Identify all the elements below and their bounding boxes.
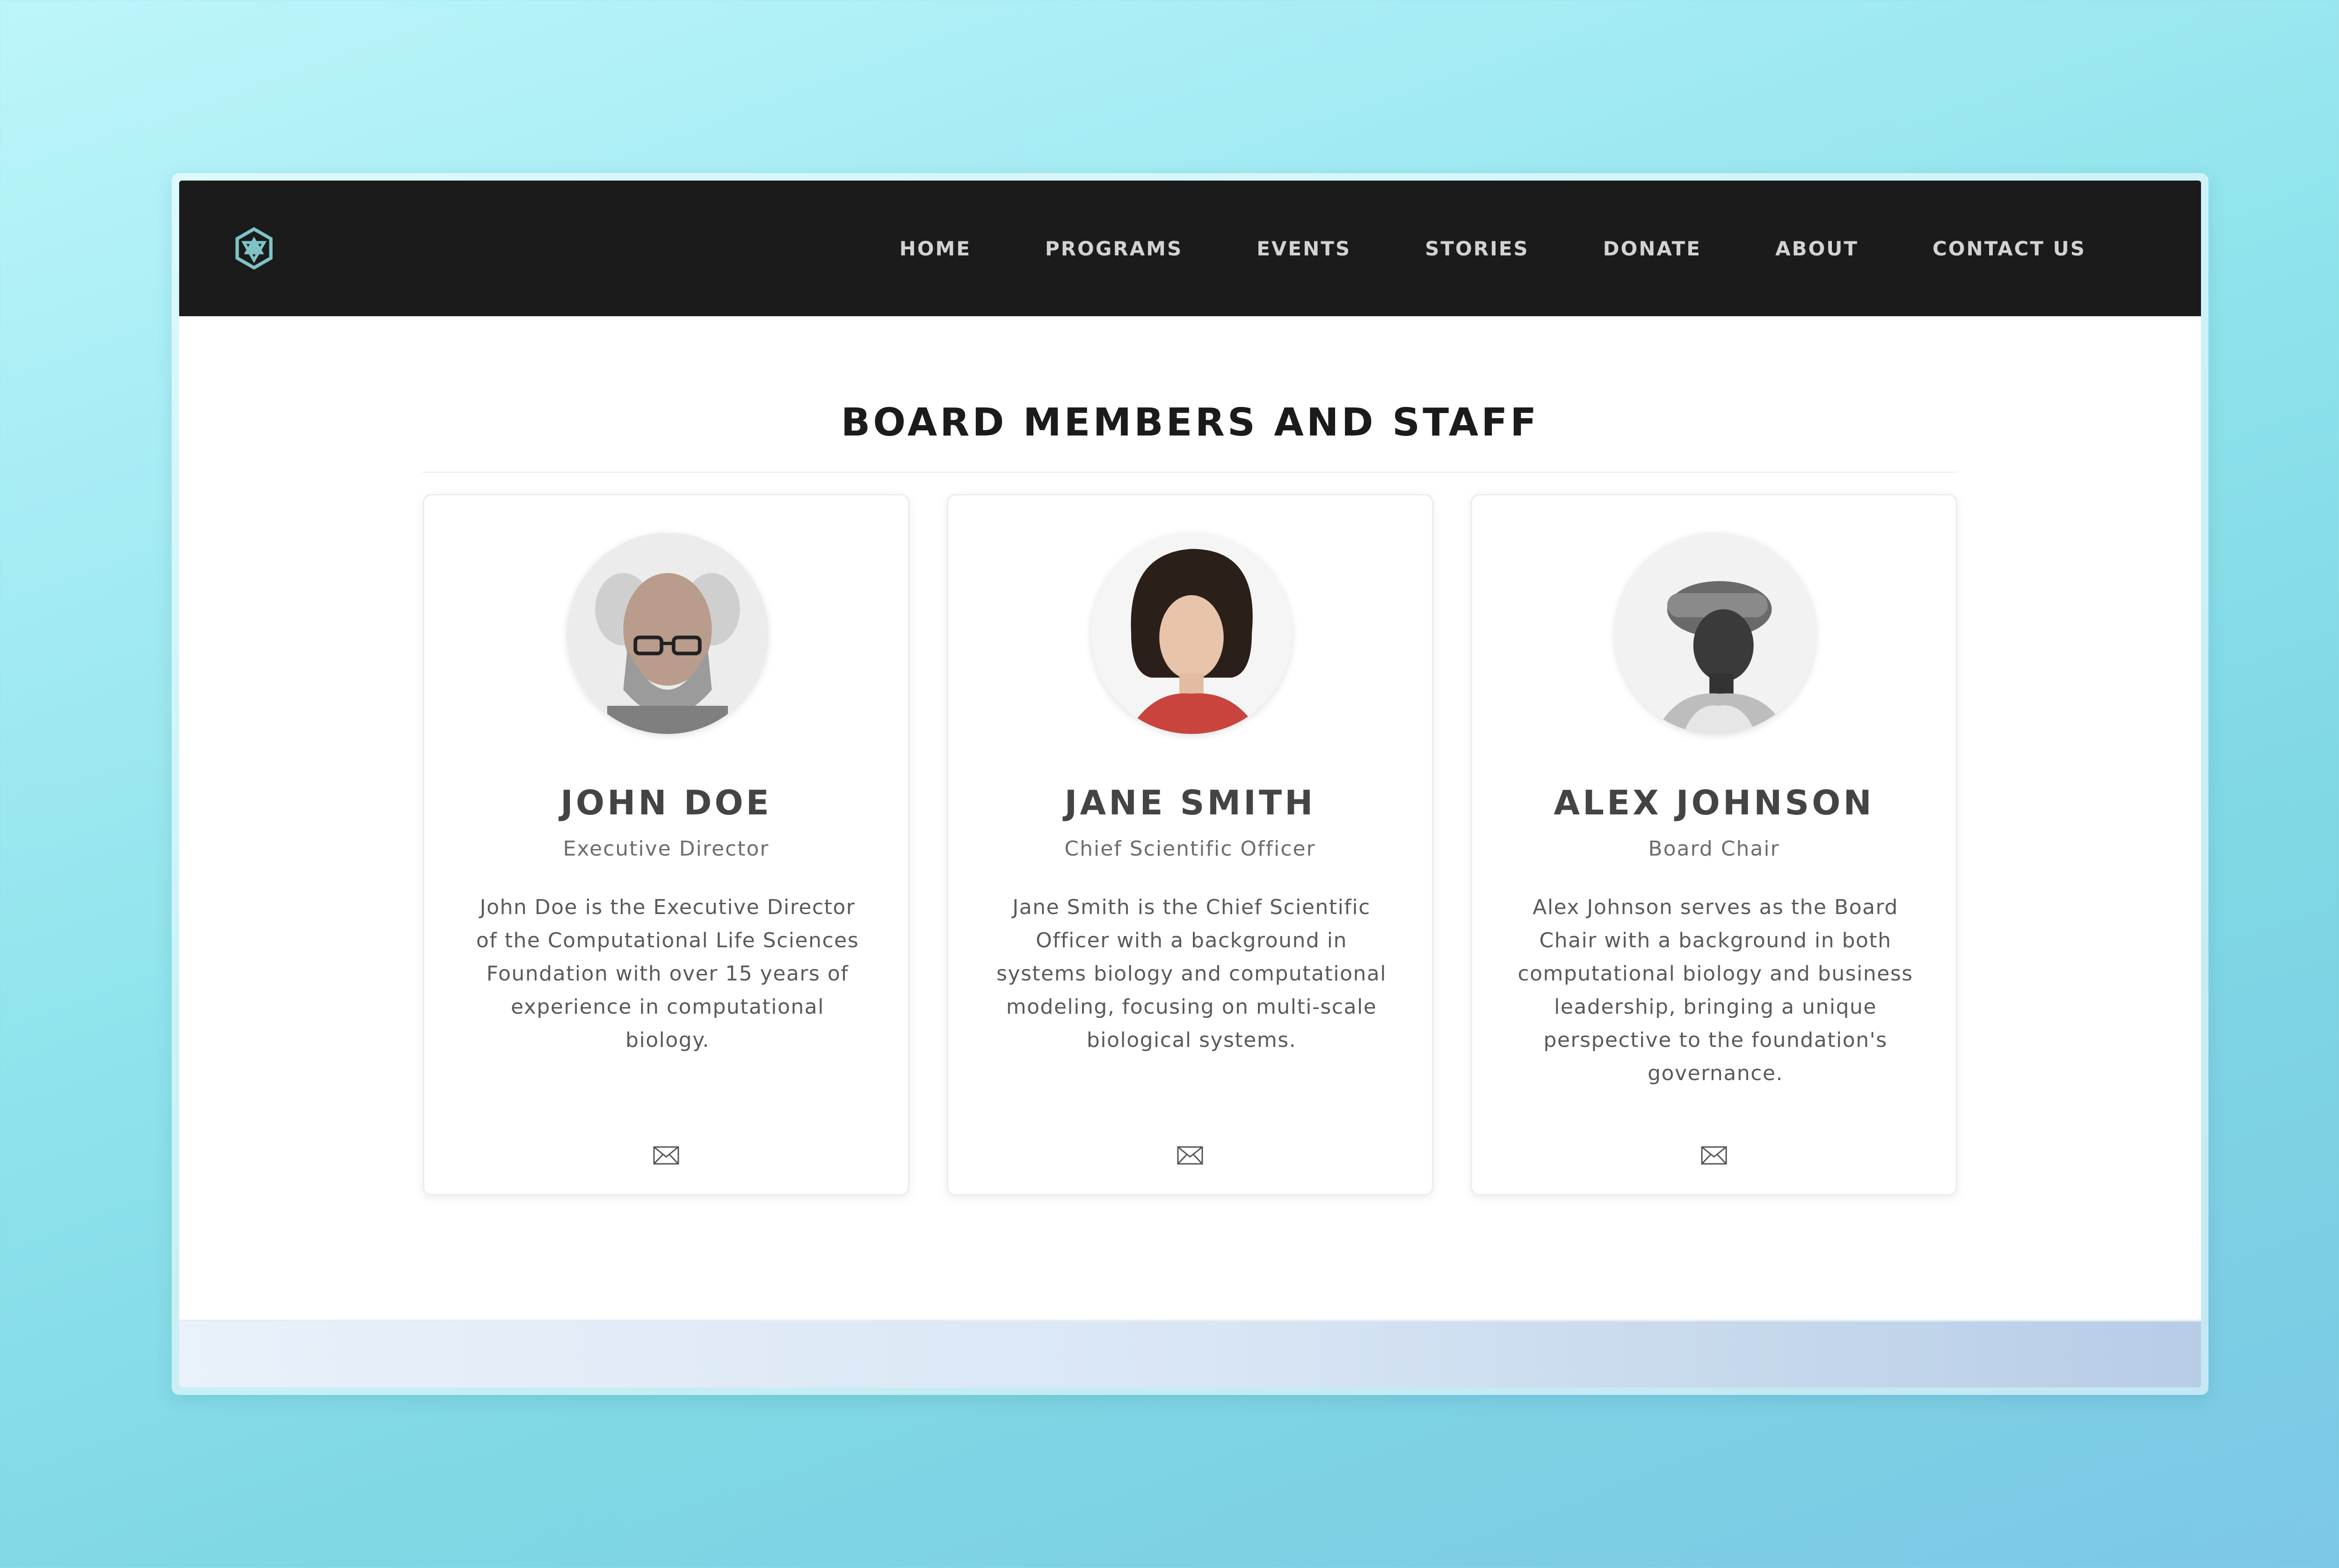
member-bio: John Doe is the Executive Director of th… xyxy=(476,895,859,1052)
member-role: Executive Director xyxy=(563,837,770,861)
nav-home[interactable]: HOME xyxy=(900,237,971,260)
member-name: JANE SMITH xyxy=(1064,783,1316,822)
nav-stories[interactable]: STORIES xyxy=(1425,237,1529,260)
member-role: Board Chair xyxy=(1648,837,1780,861)
portrait-woman-image xyxy=(1091,533,1292,734)
member-name: ALEX JOHNSON xyxy=(1554,783,1874,822)
member-card-jane-smith: JANE SMITH Chief Scientific Officer Jane… xyxy=(947,494,1433,1196)
top-navbar: HOME PROGRAMS EVENTS STORIES DONATE ABOU… xyxy=(179,181,2201,316)
member-name: JOHN DOE xyxy=(560,783,772,822)
member-card-john-doe: JOHN DOE Executive Director John Doe is … xyxy=(423,494,909,1196)
avatar xyxy=(1091,533,1292,734)
main-nav: HOME PROGRAMS EVENTS STORIES DONATE ABOU… xyxy=(900,181,2086,316)
section-title: BOARD MEMBERS AND STAFF xyxy=(841,400,1540,445)
page-window: HOME PROGRAMS EVENTS STORIES DONATE ABOU… xyxy=(179,181,2201,1387)
page-footer xyxy=(179,1320,2201,1387)
avatar xyxy=(1615,533,1816,734)
main-content: BOARD MEMBERS AND STAFF JOHN DOE Executi… xyxy=(179,316,2201,1196)
nav-programs[interactable]: PROGRAMS xyxy=(1045,237,1183,260)
portrait-elderly-man-image xyxy=(567,533,768,734)
nav-donate[interactable]: DONATE xyxy=(1603,237,1701,260)
member-card-alex-johnson: ALEX JOHNSON Board Chair Alex Johnson se… xyxy=(1471,494,1957,1196)
member-role: Chief Scientific Officer xyxy=(1064,837,1316,861)
nav-events[interactable]: EVENTS xyxy=(1257,237,1351,260)
title-divider xyxy=(422,472,1958,473)
envelope-icon[interactable] xyxy=(653,1146,680,1165)
hexagon-knot-logo-icon[interactable] xyxy=(233,227,275,269)
nav-about[interactable]: ABOUT xyxy=(1775,237,1859,260)
browser-frame: HOME PROGRAMS EVENTS STORIES DONATE ABOU… xyxy=(172,173,2208,1395)
avatar xyxy=(567,533,768,734)
envelope-icon[interactable] xyxy=(1177,1146,1204,1165)
member-bio: Jane Smith is the Chief Scientific Offic… xyxy=(996,895,1387,1052)
member-bio: Alex Johnson serves as the Board Chair w… xyxy=(1518,895,1913,1085)
portrait-man-cap-image xyxy=(1615,533,1816,734)
envelope-icon[interactable] xyxy=(1700,1146,1728,1165)
nav-contact-us[interactable]: CONTACT US xyxy=(1932,237,2086,260)
